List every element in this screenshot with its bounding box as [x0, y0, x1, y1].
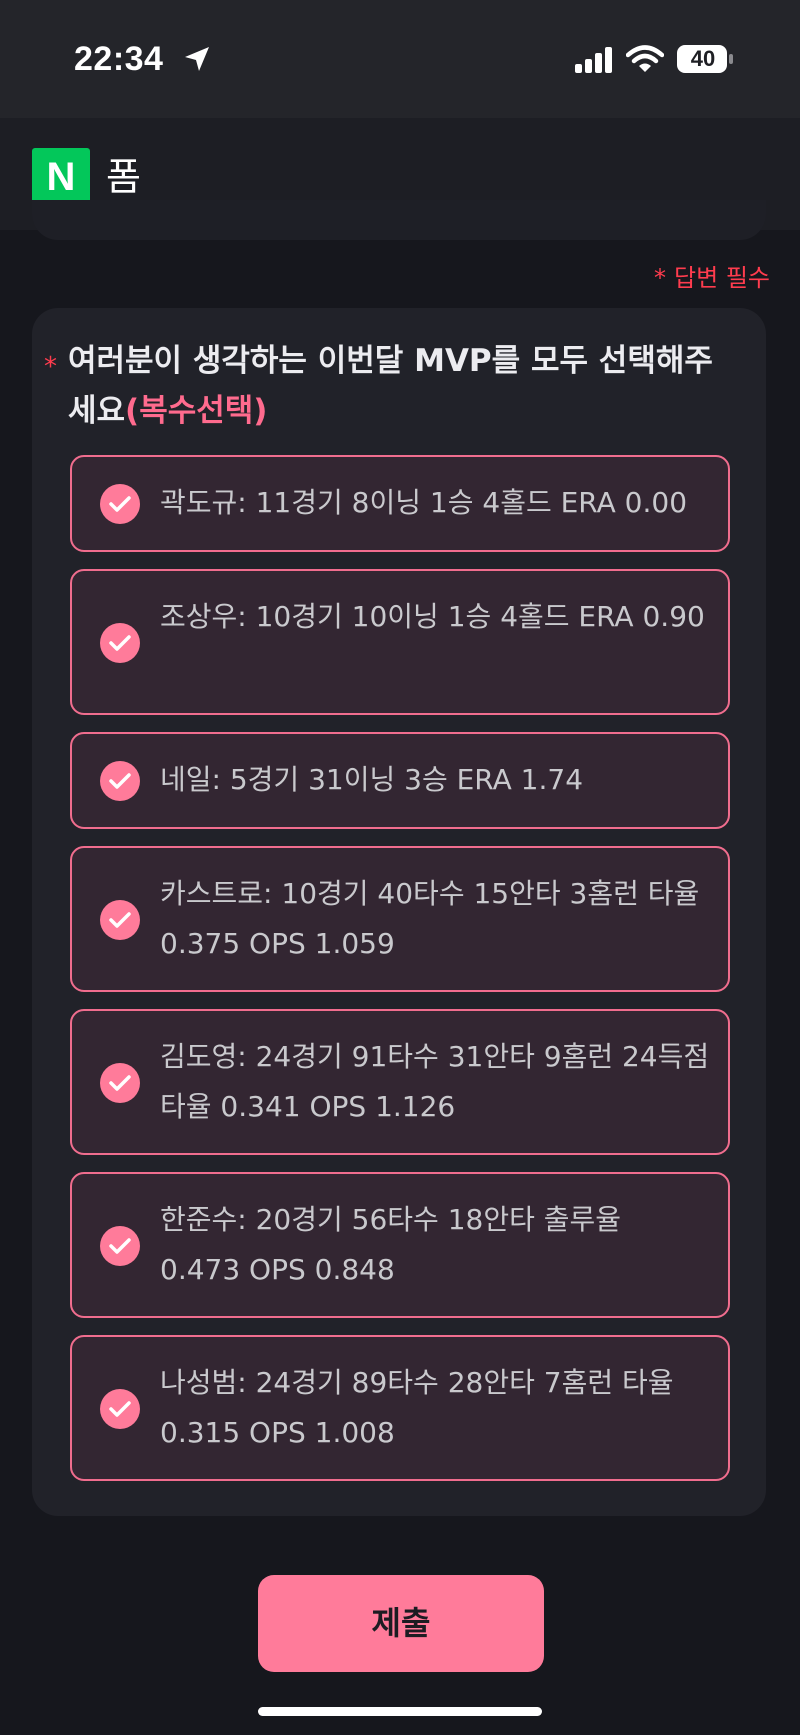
checkbox-checked-icon[interactable]	[100, 623, 140, 663]
option-item[interactable]: 카스트로: 10경기 40타수 15안타 3홈런 타율 0.375 OPS 1.…	[70, 846, 730, 992]
option-label: 곽도규: 11경기 8이닝 1승 4홀드 ERA 0.00	[160, 486, 688, 519]
previous-card-edge	[32, 200, 766, 240]
option-label: 카스트로: 10경기 40타수 15안타 3홈런 타율 0.375 OPS 1.…	[160, 877, 700, 960]
required-note-label: 답변 필수	[674, 264, 770, 292]
required-note: * 답변 필수	[654, 258, 770, 293]
checkmark-icon	[109, 635, 131, 651]
option-item[interactable]: 한준수: 20경기 56타수 18안타 출루율 0.473 OPS 0.848	[70, 1172, 730, 1318]
required-star-icon: *	[654, 264, 667, 292]
checkbox-checked-icon[interactable]	[100, 1063, 140, 1103]
checkbox-checked-icon[interactable]	[100, 1226, 140, 1266]
option-item[interactable]: 네일: 5경기 31이닝 3승 ERA 1.74	[70, 732, 730, 829]
option-item[interactable]: 곽도규: 11경기 8이닝 1승 4홀드 ERA 0.00	[70, 455, 730, 552]
checkbox-checked-icon[interactable]	[100, 900, 140, 940]
checkmark-icon	[109, 1075, 131, 1091]
option-label: 나성범: 24경기 89타수 28안타 7홈런 타율 0.315 OPS 1.0…	[160, 1366, 674, 1449]
status-time: 22:34	[74, 40, 164, 78]
checkbox-checked-icon[interactable]	[100, 484, 140, 524]
checkmark-icon	[109, 912, 131, 928]
option-label: 김도영: 24경기 91타수 31안타 9홈런 24득점 타율 0.341 OP…	[160, 1040, 710, 1123]
status-bar: 22:34 40	[0, 0, 800, 118]
checkmark-icon	[109, 496, 131, 512]
submit-button[interactable]: 제출	[258, 1575, 544, 1672]
checkmark-icon	[109, 1401, 131, 1417]
battery-level: 40	[690, 46, 716, 71]
option-label: 조상우: 10경기 10이닝 1승 4홀드 ERA 0.90	[160, 600, 705, 633]
option-item[interactable]: 김도영: 24경기 91타수 31안타 9홈런 24득점 타율 0.341 OP…	[70, 1009, 730, 1155]
multi-select-tag: (복수선택)	[125, 393, 268, 429]
option-label: 네일: 5경기 31이닝 3승 ERA 1.74	[160, 763, 584, 796]
home-indicator	[258, 1707, 542, 1716]
wifi-icon	[626, 45, 664, 72]
checkbox-checked-icon[interactable]	[100, 761, 140, 801]
checkmark-icon	[109, 1238, 131, 1254]
checkmark-icon	[109, 773, 131, 789]
option-item[interactable]: 나성범: 24경기 89타수 28안타 7홈런 타율 0.315 OPS 1.0…	[70, 1335, 730, 1481]
page-title: 폼	[106, 155, 141, 199]
option-label: 한준수: 20경기 56타수 18안타 출루율 0.473 OPS 0.848	[160, 1203, 622, 1286]
question-title: 여러분이 생각하는 이번달 MVP를 모두 선택해주세요(복수선택)	[68, 336, 728, 436]
cellular-signal-icon	[575, 47, 612, 73]
naver-logo: N	[32, 148, 90, 206]
option-item[interactable]: 조상우: 10경기 10이닝 1승 4홀드 ERA 0.90	[70, 569, 730, 715]
checkbox-checked-icon[interactable]	[100, 1389, 140, 1429]
location-arrow-icon	[185, 47, 209, 71]
question-required-star: *	[44, 352, 57, 382]
